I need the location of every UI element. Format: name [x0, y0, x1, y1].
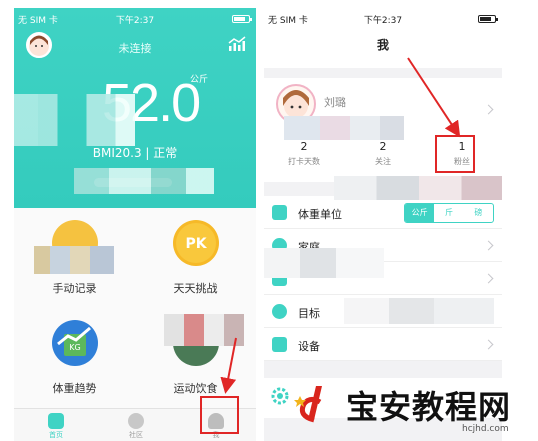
brand-logo-icon [294, 386, 322, 423]
screenshot-root: 无 SIM 卡 下午2:37 未连接 52.0 公斤 [0, 0, 538, 441]
watermark-brand: 宝安教程网 [346, 388, 512, 426]
watermark-url: hcjhd.com [462, 424, 509, 434]
watermark: 宝安教程网 hcjhd.com [290, 376, 538, 441]
annotation-arrows [220, 57, 475, 394]
